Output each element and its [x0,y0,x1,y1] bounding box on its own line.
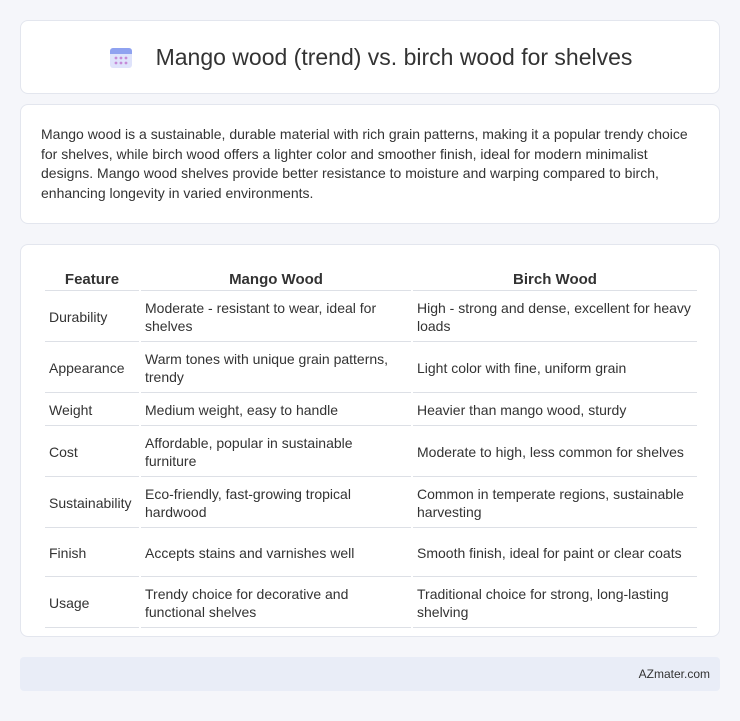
intro-paragraph: Mango wood is a sustainable, durable mat… [41,126,688,201]
feature-cell: Durability [45,293,139,342]
calendar-icon [109,48,132,68]
birch-cell: Smooth finish, ideal for paint or clear … [413,530,697,577]
mango-cell: Trendy choice for decorative and functio… [141,579,411,628]
mango-cell: Moderate - resistant to wear, ideal for … [141,293,411,342]
table-row: Cost Affordable, popular in sustainable … [45,428,697,477]
birch-cell: Moderate to high, less common for shelve… [413,428,697,477]
column-header-feature: Feature [45,267,139,291]
comparison-card: Feature Mango Wood Birch Wood Durability… [20,244,720,637]
table-row: Finish Accepts stains and varnishes well… [45,530,697,577]
birch-cell: Heavier than mango wood, sturdy [413,395,697,426]
column-header-mango: Mango Wood [141,267,411,291]
title-card: Mango wood (trend) vs. birch wood for sh… [20,20,720,94]
mango-cell: Warm tones with unique grain patterns, t… [141,344,411,393]
mango-cell: Affordable, popular in sustainable furni… [141,428,411,477]
table-row: Appearance Warm tones with unique grain … [45,344,697,393]
birch-cell: Light color with fine, uniform grain [413,344,697,393]
intro-card: Mango wood is a sustainable, durable mat… [20,104,720,224]
feature-cell: Appearance [45,344,139,393]
column-header-birch: Birch Wood [413,267,697,291]
table-row: Sustainability Eco-friendly, fast-growin… [45,479,697,528]
feature-cell: Sustainability [45,479,139,528]
feature-cell: Cost [45,428,139,477]
table-row: Weight Medium weight, easy to handle Hea… [45,395,697,426]
table-header-row: Feature Mango Wood Birch Wood [45,267,697,291]
mango-cell: Accepts stains and varnishes well [141,530,411,577]
birch-cell: Traditional choice for strong, long-last… [413,579,697,628]
mango-cell: Eco-friendly, fast-growing tropical hard… [141,479,411,528]
page-title: Mango wood (trend) vs. birch wood for sh… [155,43,633,70]
feature-cell: Finish [45,530,139,577]
table-row: Durability Moderate - resistant to wear,… [45,293,697,342]
feature-cell: Usage [45,579,139,628]
feature-cell: Weight [45,395,139,426]
mango-cell: Medium weight, easy to handle [141,395,411,426]
comparison-table: Feature Mango Wood Birch Wood Durability… [43,265,699,630]
table-row: Usage Trendy choice for decorative and f… [45,579,697,628]
birch-cell: Common in temperate regions, sustainable… [413,479,697,528]
footer: AZmater.com [20,657,720,691]
birch-cell: High - strong and dense, excellent for h… [413,293,697,342]
footer-brand[interactable]: AZmater.com [639,667,710,681]
